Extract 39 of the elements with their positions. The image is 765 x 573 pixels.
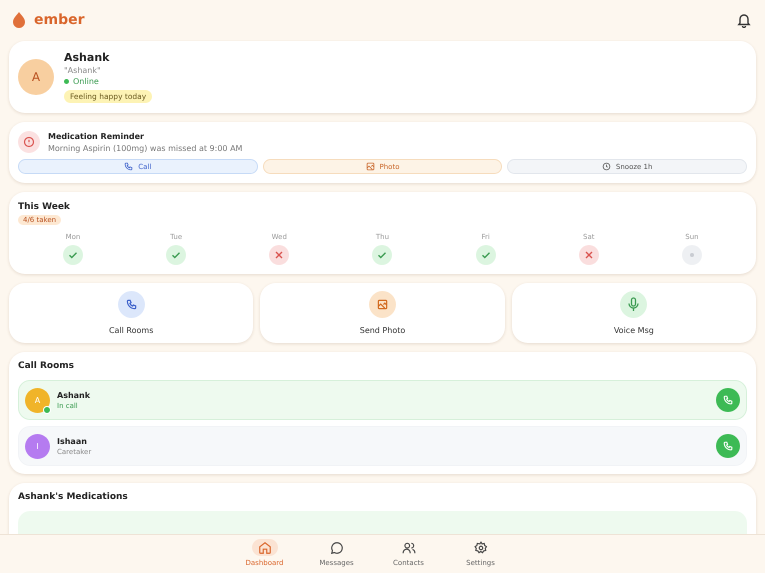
avatar: A <box>18 59 54 95</box>
section-title: Call Rooms <box>18 361 76 371</box>
call-button-icon[interactable] <box>716 388 740 412</box>
cross-icon <box>269 245 290 265</box>
nickname: "Ashank" <box>64 66 101 75</box>
reminder-message: Morning Aspirin (100mg) was missed at 9:00 AM <box>48 144 242 152</box>
microphone-icon <box>620 291 648 318</box>
image-icon <box>368 291 396 318</box>
app-name: ember <box>34 12 85 28</box>
contact-name: Ashank <box>57 390 92 400</box>
image-icon <box>366 162 375 171</box>
dot-icon <box>682 245 702 265</box>
clock-icon <box>602 162 611 171</box>
bell-icon[interactable] <box>737 12 751 28</box>
profile-name: Ashank <box>64 51 110 64</box>
call-button-icon[interactable] <box>716 434 740 458</box>
cross-icon <box>578 245 599 265</box>
people-icon <box>402 540 416 554</box>
avatar: I <box>25 434 50 458</box>
check-icon <box>476 245 496 265</box>
check-icon <box>63 245 83 265</box>
alert-icon <box>18 131 40 153</box>
photo-action-button[interactable]: Send Photo <box>260 283 505 343</box>
flame-logo-icon <box>12 12 26 28</box>
check-icon <box>372 245 392 265</box>
reminder-title: Medication Reminder <box>48 132 145 140</box>
voice-action-button[interactable]: Voice Msg <box>512 283 756 343</box>
settings-icon <box>474 540 488 554</box>
status-text: Online <box>73 77 99 86</box>
check-icon <box>166 245 186 265</box>
avatar: A <box>25 388 50 412</box>
section-title: Ashank's Medications <box>18 492 129 502</box>
phone-icon <box>118 291 145 318</box>
call-action-button[interactable]: Call Rooms <box>9 283 254 343</box>
contact-name: Ishaan <box>57 436 88 446</box>
phone-icon <box>124 162 134 171</box>
home-icon <box>258 540 272 554</box>
week-title: This Week <box>18 202 70 212</box>
chat-icon <box>330 540 344 554</box>
